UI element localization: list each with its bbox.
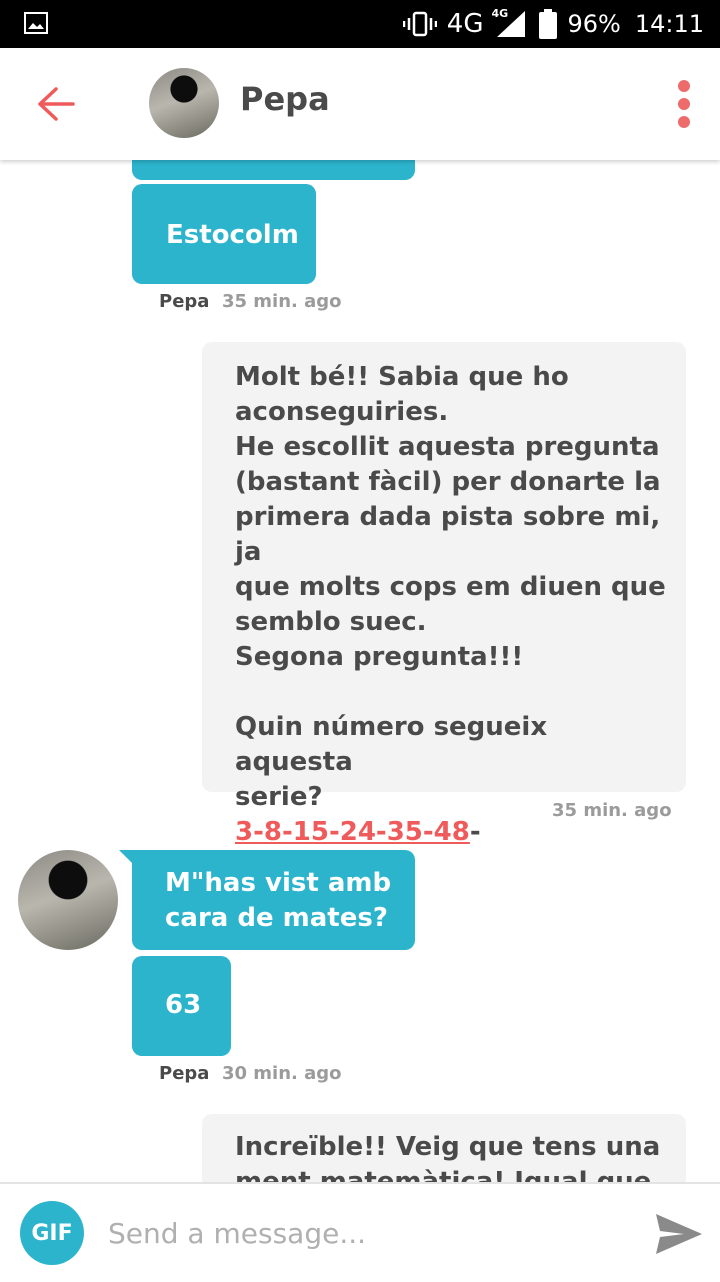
message-sender: Pepa bbox=[159, 291, 210, 312]
outgoing-message: Molt bé!! Sabia que ho aconseguiries. He… bbox=[202, 342, 686, 847]
image-notification-icon bbox=[24, 12, 48, 34]
message-line: primera dada pista sobre mi, ja bbox=[235, 502, 661, 567]
message-line: Molt bé!! Sabia que ho bbox=[235, 362, 569, 392]
clock: 14:11 bbox=[634, 10, 704, 38]
message-composer: GIF bbox=[0, 1182, 720, 1282]
message-sender: Pepa bbox=[159, 1063, 210, 1084]
incoming-message: M"has vist amb cara de mates? bbox=[132, 850, 415, 950]
message-line: M"has vist amb bbox=[165, 868, 392, 898]
message-time: 30 min. ago bbox=[221, 1063, 342, 1084]
contact-name[interactable]: Pepa bbox=[240, 80, 330, 118]
sender-avatar[interactable] bbox=[18, 850, 118, 950]
message-line: He escollit aquesta pregunta bbox=[235, 432, 660, 462]
incoming-message: Estocolm bbox=[132, 184, 316, 284]
contact-avatar[interactable] bbox=[149, 68, 219, 138]
incoming-message-partial bbox=[132, 160, 415, 180]
gif-button[interactable]: GIF bbox=[20, 1201, 84, 1265]
send-icon[interactable] bbox=[654, 1212, 704, 1256]
message-line bbox=[235, 675, 666, 710]
battery-icon bbox=[539, 9, 558, 39]
message-text: Estocolm bbox=[166, 220, 299, 250]
message-line: ment matemàtica! Igual que bbox=[235, 1167, 652, 1182]
back-arrow-icon[interactable] bbox=[36, 86, 76, 122]
message-line: semblo suec. bbox=[235, 607, 427, 637]
message-line: Quin número segueix aquesta bbox=[235, 712, 548, 777]
message-line: aconseguiries. bbox=[235, 397, 449, 427]
incoming-message: 63 bbox=[132, 956, 231, 1056]
message-line: Increïble!! Veig que tens una bbox=[235, 1132, 661, 1162]
status-bar: 4G 4G 96% 14:11 bbox=[0, 0, 720, 48]
vibrate-icon bbox=[402, 11, 437, 37]
more-options-icon[interactable] bbox=[674, 80, 694, 128]
battery-percent: 96% bbox=[567, 10, 621, 38]
bubble-tail bbox=[119, 850, 133, 864]
series-suffix: - bbox=[469, 817, 481, 847]
outgoing-message: Increïble!! Veig que tens una ment matem… bbox=[202, 1114, 686, 1182]
message-line: cara de mates? bbox=[165, 903, 388, 933]
series-link[interactable]: 3-8-15-24-35-48 bbox=[235, 817, 470, 847]
message-list[interactable]: Estocolm Pepa 35 min. ago Molt bé!! Sabi… bbox=[0, 160, 720, 1182]
message-time: 35 min. ago bbox=[552, 800, 672, 821]
network-type: 4G bbox=[446, 9, 484, 39]
message-time: 35 min. ago bbox=[221, 291, 342, 312]
message-line: (bastant fàcil) per donarte la bbox=[235, 467, 661, 497]
message-line: que molts cops em diuen que bbox=[235, 572, 666, 602]
message-meta: Pepa 30 min. ago bbox=[159, 1063, 342, 1084]
signal-icon: 4G bbox=[491, 7, 529, 39]
message-text: 63 bbox=[165, 990, 202, 1020]
message-line: Segona pregunta!!! bbox=[235, 642, 524, 672]
chat-header: Pepa bbox=[0, 48, 720, 160]
message-meta: Pepa 35 min. ago bbox=[159, 291, 342, 312]
message-input[interactable] bbox=[108, 1210, 628, 1256]
